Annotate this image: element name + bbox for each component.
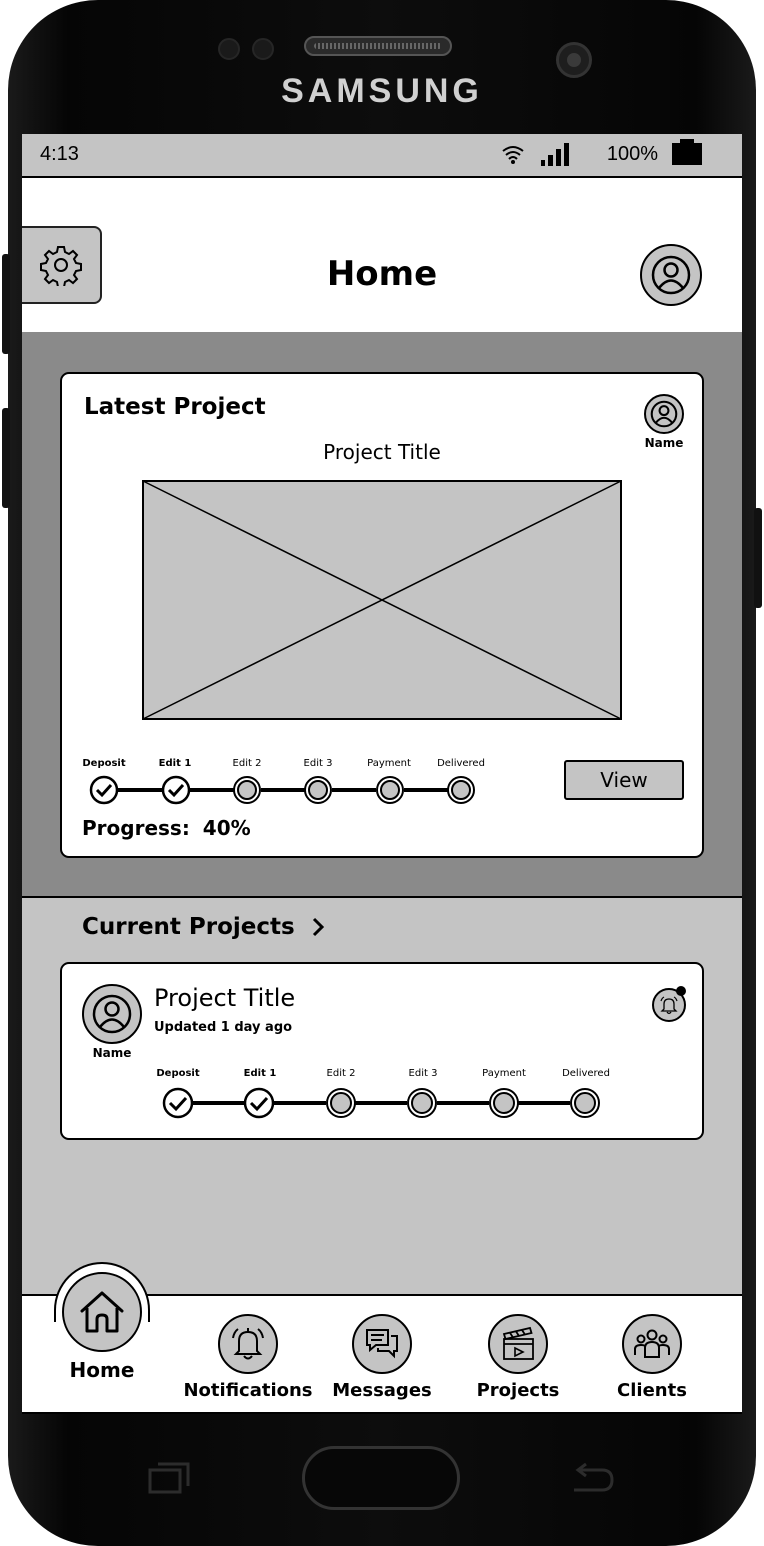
nav-notifications-circle [218,1314,278,1374]
step-done-icon [243,1087,275,1119]
user-icon [92,994,132,1034]
nav-home[interactable] [62,1272,142,1352]
step-label: Edit 2 [326,1068,356,1079]
nav-label: Messages [332,1380,432,1401]
chevron-right-icon [312,917,324,937]
home-icon [80,1291,124,1333]
nav-projects[interactable]: Projects [458,1314,578,1401]
battery-percent: 100% [606,142,658,165]
updated-text: Updated 1 day ago [154,1020,293,1035]
step-label: Payment [482,1068,526,1079]
progress-steps [89,775,475,805]
phone-frame: SAMSUNG 4:13 100% Home Latest Project Na… [0,0,764,1546]
step-pending-icon [407,1088,437,1118]
user-icon [650,400,678,428]
current-projects-link[interactable]: Current Projects [82,914,325,940]
step-label: Delivered [562,1068,610,1079]
bell-icon [232,1328,264,1360]
project-title: Project Title [323,440,441,464]
proximity-sensor [218,38,240,60]
nav-label: Home [69,1358,135,1382]
volume-down-button [2,408,10,508]
step-pending-icon [304,776,332,804]
progress-value: 40% [202,816,251,840]
status-icons: 100% [501,139,702,166]
status-time: 4:13 [40,143,79,165]
clapperboard-icon [502,1326,534,1360]
nav-messages[interactable]: Messages [322,1314,442,1401]
owner-avatar[interactable] [644,394,684,434]
step-label: Edit 3 [303,758,333,769]
chat-icon [366,1329,398,1359]
step-done-icon [162,1087,194,1119]
user-icon [651,255,691,295]
owner-name: Name [92,1046,132,1060]
step-pending-icon [376,776,404,804]
nav-projects-circle [488,1314,548,1374]
image-placeholder [142,480,622,720]
wifi-icon [502,146,524,164]
latest-project-section: Latest Project Name Project Title Deposi… [22,332,742,898]
earpiece-speaker [304,36,452,56]
nav-label: Notifications [183,1380,313,1401]
nav-clients-circle [622,1314,682,1374]
app-header: Home [22,176,742,334]
bell-icon [660,996,678,1015]
recent-apps-key-icon [148,1462,190,1494]
step-pending-icon [326,1088,356,1118]
hardware-home-button[interactable] [302,1446,460,1510]
project-title: Project Title [154,984,296,1012]
step-label: Deposit [156,1068,200,1079]
latest-project-card[interactable]: Latest Project Name Project Title Deposi… [60,372,704,858]
status-bar: 4:13 100% [22,134,742,176]
power-button [754,508,762,608]
step-label: Delivered [437,758,485,769]
nav-label: Clients [617,1380,687,1401]
page-title: Home [326,254,438,294]
battery-icon [672,139,702,165]
step-pending-icon [233,776,261,804]
step-pending-icon [489,1088,519,1118]
step-label: Edit 3 [408,1068,438,1079]
back-key-icon [574,1462,614,1492]
nav-messages-circle [352,1314,412,1374]
progress-text: Progress: 40% [82,816,251,840]
nav-label: Projects [476,1380,560,1401]
profile-button[interactable] [640,244,702,306]
volume-up-button [2,254,10,354]
step-label: Edit 2 [232,758,262,769]
step-done-icon [161,775,191,805]
screen: 4:13 100% Home Latest Project Name Proje… [22,134,742,1414]
step-label: Edit 1 [158,758,192,769]
step-label: Deposit [82,758,126,769]
nav-clients[interactable]: Clients [592,1314,712,1401]
latest-project-heading: Latest Project [84,394,266,420]
step-label: Payment [367,758,411,769]
progress-steps [162,1087,600,1119]
step-done-icon [89,775,119,805]
nav-notifications[interactable]: Notifications [183,1314,313,1401]
users-icon [634,1329,670,1358]
progress-label: Progress: [82,816,190,840]
step-pending-icon [447,776,475,804]
device-brand: SAMSUNG [281,72,483,110]
owner-avatar[interactable] [82,984,142,1044]
view-button[interactable]: View [564,760,684,800]
step-pending-icon [570,1088,600,1118]
notification-bell-button[interactable] [652,986,686,1022]
light-sensor [252,38,274,60]
step-label: Edit 1 [243,1068,277,1079]
current-project-card[interactable]: Name Project Title Updated 1 day ago Dep… [60,962,704,1140]
signal-icon [540,143,569,166]
current-projects-heading: Current Projects [82,914,295,940]
